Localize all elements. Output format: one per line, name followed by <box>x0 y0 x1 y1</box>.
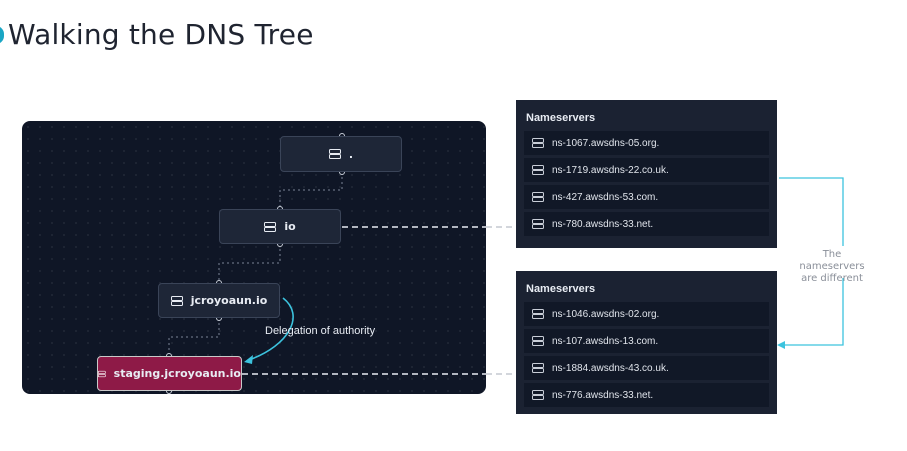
server-icon <box>264 221 277 232</box>
node-io[interactable]: io <box>219 209 341 244</box>
server-icon <box>170 295 183 306</box>
server-icon <box>532 363 544 373</box>
server-icon <box>532 192 544 202</box>
ns-label: ns-1067.awsdns-05.org. <box>552 137 660 149</box>
delegation-label: Delegation of authority <box>265 325 376 337</box>
node-jcroyoaun-label: jcroyoaun.io <box>190 294 268 307</box>
node-jcroyoaun[interactable]: jcroyoaun.io <box>158 283 280 318</box>
node-root[interactable]: . <box>280 136 402 172</box>
server-icon <box>532 390 544 400</box>
ns-label: ns-427.awsdns-53.com. <box>552 191 659 203</box>
list-item[interactable]: ns-780.awsdns-33.net. <box>524 212 769 236</box>
connector-io-jcroyoaun <box>218 244 281 283</box>
note-line-1: The nameservers <box>799 249 865 272</box>
node-staging[interactable]: staging.jcroyoaun.io <box>97 356 242 391</box>
list-item[interactable]: ns-1067.awsdns-05.org. <box>524 131 769 155</box>
server-icon <box>532 336 544 346</box>
node-root-label: . <box>348 147 354 161</box>
node-io-label: io <box>284 220 296 233</box>
list-item[interactable]: ns-1884.awsdns-43.co.uk. <box>524 356 769 380</box>
list-item[interactable]: ns-1719.awsdns-22.co.uk. <box>524 158 769 182</box>
server-icon <box>532 309 544 319</box>
note-line-2: are different <box>801 273 863 284</box>
ns-label: ns-107.awsdns-13.com. <box>552 335 659 347</box>
nameservers-panel-io: Nameservers ns-1067.awsdns-05.org. ns-17… <box>516 100 777 248</box>
server-icon <box>532 219 544 229</box>
panel-title: Nameservers <box>526 112 596 124</box>
ns-label: ns-1046.awsdns-02.org. <box>552 308 660 320</box>
ns-label: ns-780.awsdns-33.net. <box>552 218 654 230</box>
nameservers-panel-staging: Nameservers ns-1046.awsdns-02.org. ns-10… <box>516 271 777 414</box>
list-item[interactable]: ns-427.awsdns-53.com. <box>524 185 769 209</box>
bracket-bottom <box>783 278 844 346</box>
ns-label: ns-1884.awsdns-43.co.uk. <box>552 362 669 374</box>
panel-title: Nameservers <box>526 283 596 295</box>
server-icon <box>532 138 544 148</box>
bracket-top <box>779 177 844 246</box>
connector-jcroyoaun-staging <box>168 318 220 356</box>
list-item[interactable]: ns-107.awsdns-13.com. <box>524 329 769 353</box>
server-icon <box>532 165 544 175</box>
node-staging-label: staging.jcroyoaun.io <box>113 367 241 380</box>
ns-label: ns-776.awsdns-33.net. <box>552 389 654 401</box>
connector-root-io <box>279 172 343 209</box>
server-icon <box>328 149 341 159</box>
nameservers-note: The nameservers are different <box>790 249 874 285</box>
delegation-arrowhead <box>244 355 253 364</box>
list-item[interactable]: ns-1046.awsdns-02.org. <box>524 302 769 326</box>
bracket-arrowhead <box>777 341 785 349</box>
ns-label: ns-1719.awsdns-22.co.uk. <box>552 164 669 176</box>
server-icon <box>98 370 106 377</box>
list-item[interactable]: ns-776.awsdns-33.net. <box>524 383 769 407</box>
